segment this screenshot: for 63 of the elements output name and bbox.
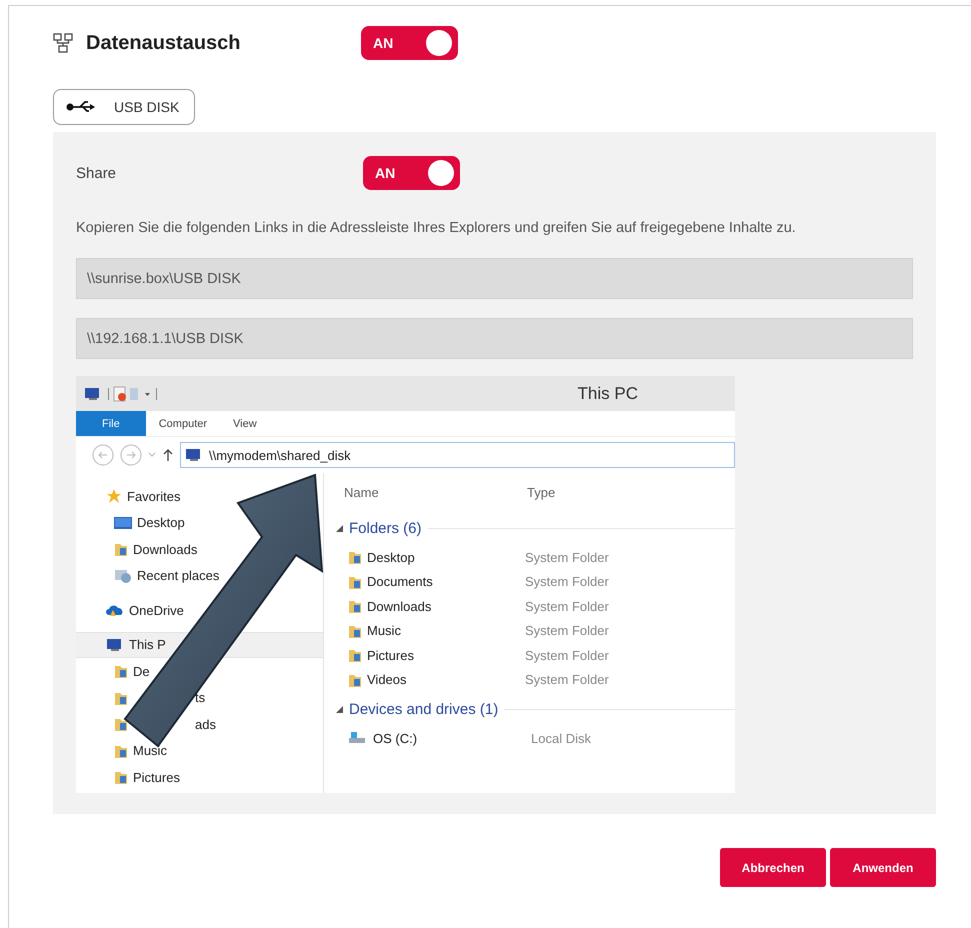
ribbon-tab[interactable]: View: [220, 411, 270, 436]
file-name[interactable]: Downloads: [367, 598, 525, 614]
group-header[interactable]: Devices and drives (1): [349, 700, 498, 718]
file-type: Local Disk: [531, 730, 591, 746]
action-button[interactable]: Abbrechen: [720, 848, 826, 887]
nav-item[interactable]: ads: [76, 711, 323, 738]
drive-icon: [348, 731, 368, 746]
toggle-switch[interactable]: AN: [363, 156, 460, 190]
nav-item[interactable]: ts: [76, 684, 323, 711]
column-header[interactable]: Type: [527, 484, 647, 500]
folder-icon: [348, 647, 362, 664]
nav-item[interactable]: Pictures: [76, 764, 323, 790]
column-header[interactable]: Name: [344, 484, 527, 500]
nav-item[interactable]: Music: [76, 738, 323, 764]
file-name[interactable]: Music: [367, 623, 525, 638]
ribbon-tab[interactable]: File: [76, 411, 146, 436]
file-name[interactable]: Videos: [367, 672, 525, 688]
folder-icon: [114, 541, 128, 558]
folder-icon: [114, 769, 128, 786]
folder-icon: [348, 549, 362, 566]
link-field[interactable]: \\192.168.1.1\USB DISK: [76, 318, 913, 359]
folder-icon: [114, 663, 128, 680]
share-label: Share: [76, 164, 118, 182]
recent-places-icon: [114, 568, 132, 584]
folder-icon: [348, 598, 362, 614]
toggle-switch[interactable]: AN: [361, 26, 458, 60]
nav-item[interactable]: Recent places: [76, 562, 323, 589]
file-name[interactable]: OS (C:): [373, 730, 531, 746]
file-type: System Folder: [525, 648, 609, 663]
desktop-icon: [114, 516, 132, 530]
computer-icon: [185, 448, 203, 462]
instructions-text: Kopieren Sie die folgenden Links in die Adressleiste Ihres Explorers und greifen Sie auf freigegebene Inhalte zu.: [76, 220, 797, 236]
nav-item[interactable]: OneDrive: [76, 597, 323, 624]
address-field[interactable]: \\mymodem\shared_disk: [180, 442, 735, 468]
device-tab[interactable]: USB DISK: [53, 89, 195, 125]
cloud-icon: [106, 603, 124, 618]
usb-icon: [66, 100, 96, 114]
ribbon-tab[interactable]: Computer: [146, 411, 220, 436]
nav-item[interactable]: Favorites: [76, 483, 323, 510]
action-button[interactable]: Anwenden: [830, 848, 936, 887]
group-header[interactable]: Folders (6): [349, 520, 422, 536]
section-title: Datenaustausch: [86, 32, 240, 54]
nav-item[interactable]: Downloads: [76, 536, 323, 562]
computer-icon: [106, 638, 124, 652]
star-icon: [106, 488, 122, 504]
file-name[interactable]: Documents: [367, 574, 525, 590]
nav-item[interactable]: Desktop: [76, 510, 323, 536]
folder-icon: [114, 716, 128, 732]
link-field[interactable]: \\sunrise.box\USB DISK: [76, 258, 913, 299]
file-type: System Folder: [525, 574, 609, 590]
computer-icon: [84, 386, 102, 400]
file-type: System Folder: [525, 623, 609, 638]
file-name[interactable]: Pictures: [367, 648, 525, 663]
up-arrow-icon[interactable]: [162, 448, 174, 462]
collapse-icon[interactable]: [336, 706, 343, 712]
file-name[interactable]: Desktop: [367, 550, 525, 565]
file-type: System Folder: [525, 672, 609, 688]
collapse-icon[interactable]: [336, 524, 343, 532]
network-icon: [53, 33, 73, 53]
file-type: System Folder: [525, 598, 609, 614]
file-type: System Folder: [525, 550, 609, 565]
window-title: This PC: [578, 384, 638, 404]
nav-item[interactable]: De: [76, 658, 323, 684]
